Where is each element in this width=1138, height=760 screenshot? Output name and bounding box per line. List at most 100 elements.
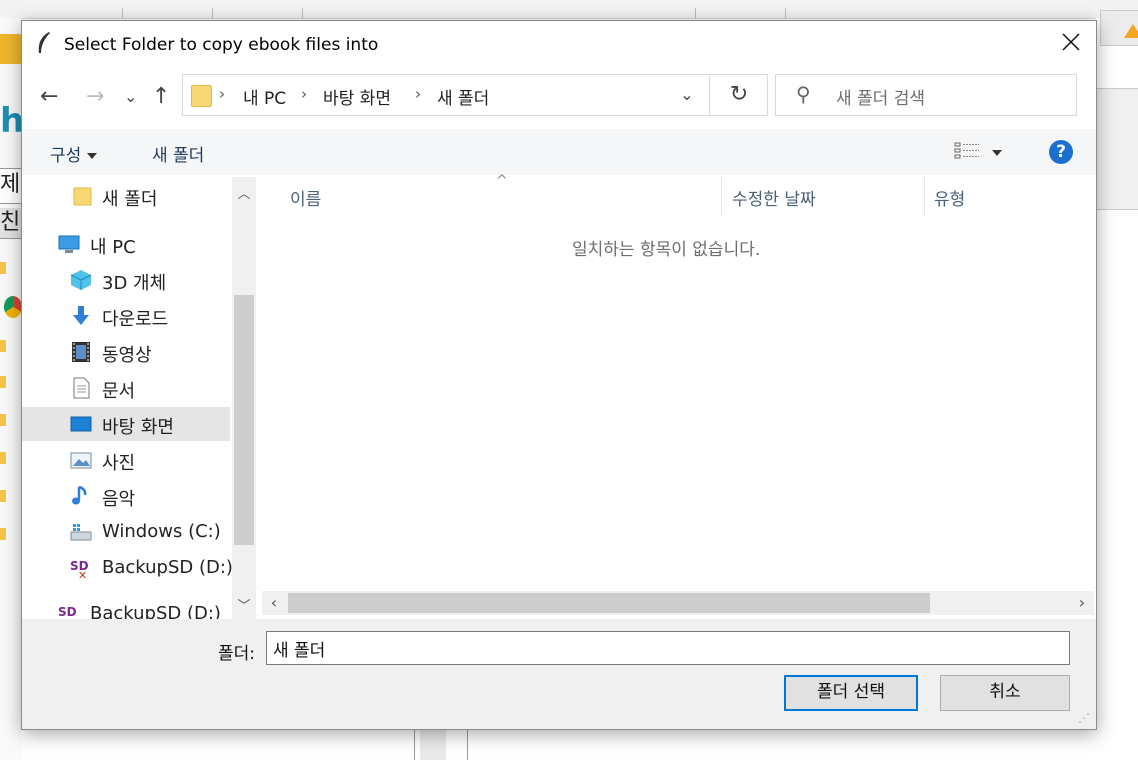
background-field: 친 <box>0 208 22 239</box>
forward-button[interactable]: → <box>86 83 104 111</box>
close-icon <box>1062 33 1080 51</box>
background-folder-icon <box>0 452 6 464</box>
drive-icon <box>70 524 92 541</box>
search-box[interactable]: ⚲ 새 폴더 검색 <box>775 74 1077 116</box>
nav-item-new-folder[interactable]: 새 폴더 <box>22 179 230 213</box>
background-right-panel <box>1096 88 1138 210</box>
empty-list-message: 일치하는 항목이 없습니다. <box>572 240 761 260</box>
pc-icon <box>58 235 80 253</box>
up-arrow-icon <box>1124 24 1138 38</box>
back-button[interactable]: ← <box>40 83 58 111</box>
cancel-button[interactable]: 취소 <box>940 675 1070 711</box>
select-folder-button[interactable]: 폴더 선택 <box>784 675 918 711</box>
scroll-down-icon[interactable]: ﹀ <box>234 595 254 614</box>
folder-name-input[interactable] <box>266 631 1070 665</box>
scroll-up-icon[interactable]: ︿ <box>234 183 254 202</box>
organize-button[interactable]: 구성 <box>50 141 98 166</box>
svg-text:SD: SD <box>58 605 77 619</box>
breadcrumb-separator[interactable]: › <box>301 85 307 103</box>
address-dropdown-button[interactable]: ⌄ <box>669 81 705 109</box>
column-separator[interactable] <box>721 177 722 215</box>
sort-ascending-icon: ^ <box>496 173 508 189</box>
svg-text:✕: ✕ <box>78 569 87 579</box>
refresh-button[interactable]: ↻ <box>709 75 768 115</box>
nav-item-label: 음악 <box>102 489 136 510</box>
nav-item-desktop[interactable]: 바탕 화면 <box>22 407 230 441</box>
column-header-name[interactable]: 이름 <box>290 185 321 223</box>
nav-item-label: 바탕 화면 <box>102 417 174 438</box>
music-icon <box>72 485 87 505</box>
scrollbar-thumb[interactable] <box>234 295 254 545</box>
background-tick <box>785 8 786 18</box>
column-header-type[interactable]: 유형 <box>934 185 965 223</box>
background-folder-icon <box>0 490 6 502</box>
scroll-right-icon[interactable]: › <box>1072 593 1092 612</box>
horizontal-scrollbar[interactable]: ‹ › <box>262 591 1094 615</box>
file-list: ^ 이름 수정한 날짜 유형 일치하는 항목이 없습니다. <box>260 173 1092 619</box>
navigation-bar: ← → ⌄ ↑ › 내 PC › 바탕 화면 › 새 폴더 ⌄ ↻ ⚲ 새 폴더… <box>22 69 1096 125</box>
nav-item-drive-d-2[interactable]: SD BackupSD (D:) <box>22 597 230 619</box>
search-placeholder: 새 폴더 검색 <box>836 89 926 109</box>
background-toolbar <box>0 0 1138 19</box>
nav-item-videos[interactable]: 동영상 <box>22 335 230 369</box>
breadcrumb-separator[interactable]: › <box>219 85 225 103</box>
nav-item-label: 새 폴더 <box>102 189 158 210</box>
organize-label: 구성 <box>50 146 82 166</box>
new-folder-button[interactable]: 새 폴더 <box>152 141 204 166</box>
breadcrumb-separator[interactable]: › <box>415 85 421 103</box>
background-tick <box>695 8 696 18</box>
background-tick <box>122 8 123 18</box>
nav-item-pictures[interactable]: 사진 <box>22 443 230 477</box>
title-bar: Select Folder to copy ebook files into <box>22 21 1096 69</box>
nav-item-drive-c[interactable]: Windows (C:) <box>22 515 230 549</box>
sd-card-icon: SD✕ <box>70 559 89 579</box>
breadcrumb-desktop[interactable]: 바탕 화면 <box>323 84 391 109</box>
background-folder-icon <box>0 528 6 540</box>
nav-item-music[interactable]: 음악 <box>22 479 230 513</box>
nav-item-label: 사진 <box>102 453 136 474</box>
nav-item-label: Windows (C:) <box>102 521 221 542</box>
nav-item-3d-objects[interactable]: 3D 개체 <box>22 263 230 297</box>
resize-grip-icon[interactable]: ⋰ <box>1078 711 1090 725</box>
background-field: 제 <box>0 168 23 204</box>
nav-item-label: BackupSD (D:) <box>102 557 233 578</box>
column-header-modified[interactable]: 수정한 날짜 <box>732 185 816 223</box>
breadcrumb-new-folder[interactable]: 새 폴더 <box>437 84 489 109</box>
folder-icon <box>73 187 92 206</box>
scrollbar-thumb[interactable] <box>288 593 930 613</box>
cube-icon <box>70 270 92 290</box>
folder-icon <box>191 85 212 107</box>
scroll-left-icon[interactable]: ‹ <box>264 593 284 612</box>
help-button[interactable]: ? <box>1049 140 1073 164</box>
nav-item-downloads[interactable]: 다운로드 <box>22 299 230 333</box>
column-separator[interactable] <box>924 177 925 215</box>
nav-item-label: 동영상 <box>102 345 152 366</box>
navigation-pane: 새 폴더 내 PC 3D 개체 다운로드 동영상 문서 바탕 화면 사진 음악 … <box>22 177 256 619</box>
background-tick <box>212 8 213 18</box>
view-options-icon[interactable] <box>954 141 980 166</box>
breadcrumb-this-pc[interactable]: 내 PC <box>243 84 286 109</box>
navigation-pane-scrollbar[interactable]: ︿ ﹀ <box>232 177 256 619</box>
select-folder-dialog: Select Folder to copy ebook files into ←… <box>21 20 1097 730</box>
close-button[interactable] <box>1046 21 1096 65</box>
video-icon <box>72 342 90 362</box>
document-icon <box>73 377 90 399</box>
nav-item-this-pc[interactable]: 내 PC <box>22 227 230 261</box>
view-dropdown-button[interactable] <box>992 150 1002 156</box>
nav-item-documents[interactable]: 문서 <box>22 371 230 405</box>
nav-item-label: 3D 개체 <box>102 273 167 294</box>
chrome-icon <box>4 296 22 318</box>
download-icon <box>73 306 89 325</box>
recent-locations-button[interactable]: ⌄ <box>124 83 137 111</box>
picture-icon <box>70 452 92 469</box>
up-button[interactable]: ↑ <box>152 83 170 111</box>
desktop-icon <box>70 416 92 432</box>
nav-item-label: BackupSD (D:) <box>90 603 221 619</box>
dialog-title: Select Folder to copy ebook files into <box>64 35 379 55</box>
dialog-footer: 폴더: 폴더 선택 취소 ⋰ <box>22 619 1096 729</box>
nav-item-label: 문서 <box>102 381 136 402</box>
nav-item-drive-d[interactable]: SD ✕ BackupSD (D:) <box>22 551 233 585</box>
nav-item-label: 내 PC <box>90 237 136 258</box>
address-bar[interactable]: › 내 PC › 바탕 화면 › 새 폴더 ⌄ ↻ <box>182 74 768 116</box>
sd-card-icon: SD <box>58 605 77 619</box>
